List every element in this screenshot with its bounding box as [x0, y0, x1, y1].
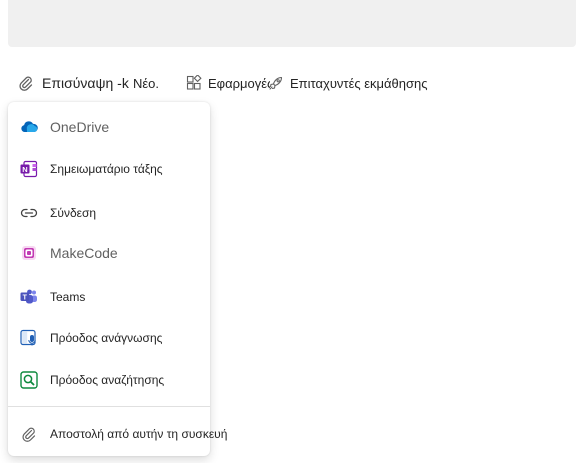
teams-icon: T — [20, 288, 38, 306]
menu-item-onedrive[interactable]: OneDrive — [8, 109, 210, 145]
menu-item-upload-from-device[interactable]: Αποστολή από αυτήν τη συσκευή — [8, 416, 227, 452]
paperclip-icon — [20, 425, 38, 443]
menu-item-search-progress[interactable]: Πρόοδος αναζήτησης — [8, 362, 210, 398]
menu-item-reading-progress[interactable]: Πρόοδος ανάγνωσης — [8, 320, 210, 356]
menu-item-makecode[interactable]: MakeCode — [8, 235, 210, 271]
menu-item-link[interactable]: Σύνδεση — [8, 195, 210, 231]
attach-menu: OneDrive N Σημειωματάριο τάξης Σύνδεση M… — [8, 102, 227, 456]
menu-item-class-notebook[interactable]: N Σημειωματάριο τάξης — [8, 151, 210, 187]
onenote-icon: N — [20, 160, 38, 178]
onedrive-icon — [20, 118, 38, 136]
rocket-icon — [268, 75, 284, 91]
menu-item-label: Σημειωματάριο τάξης — [50, 162, 163, 176]
menu-item-label: Πρόοδος αναζήτησης — [50, 373, 165, 387]
svg-text:N: N — [22, 165, 27, 174]
menu-item-label: MakeCode — [50, 245, 118, 261]
paperclip-icon — [18, 75, 34, 91]
menu-divider — [8, 406, 210, 407]
makecode-icon — [20, 244, 38, 262]
message-input-area[interactable] — [8, 0, 576, 47]
link-icon — [20, 204, 38, 222]
menu-item-label: OneDrive — [50, 119, 110, 135]
menu-item-label: Σύνδεση — [50, 206, 97, 220]
menu-item-label: Πρόοδος ανάγνωσης — [50, 331, 163, 345]
menu-item-teams[interactable]: T Teams — [8, 279, 210, 315]
menu-item-label: Αποστολή από αυτήν τη συσκευή — [50, 427, 228, 441]
reading-progress-icon — [20, 329, 38, 347]
search-progress-icon — [20, 371, 38, 389]
learning-accelerators-label: Επιταχυντές εκμάθησης — [290, 75, 428, 91]
new-button[interactable]: Νέο. — [133, 68, 159, 98]
attach-label: Επισύναψη -k — [42, 75, 129, 91]
apps-label: Εφαρμογές — [208, 75, 270, 91]
attach-button[interactable]: Επισύναψη -k — [18, 68, 129, 98]
menu-item-label: Teams — [50, 290, 86, 304]
apps-icon — [186, 75, 202, 91]
apps-button[interactable]: Εφαρμογές — [186, 68, 270, 98]
new-label: Νέο. — [133, 75, 160, 91]
assignment-toolbar: Επισύναψη -k Νέο. Εφαρμογές Επιταχυντές … — [0, 68, 576, 98]
svg-text:T: T — [23, 295, 28, 302]
learning-accelerators-button[interactable]: Επιταχυντές εκμάθησης — [268, 68, 428, 98]
